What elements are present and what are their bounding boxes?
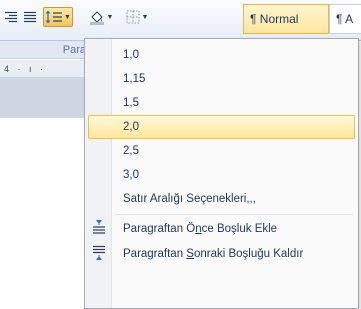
remove-space-after-item[interactable]: Paragraftan Sonraki Boşluğu Kaldır <box>88 242 355 266</box>
justify-icon <box>24 11 36 23</box>
add-space-before-item[interactable]: Paragraftan Önce Boşluk Ekle <box>88 217 355 241</box>
spacing-option-2-5[interactable]: 2,5 <box>88 139 355 163</box>
line-spacing-button[interactable]: ▼ <box>43 7 73 27</box>
remove-space-after-suffix: onraki Boşluğu Kaldır <box>193 248 304 260</box>
style-next[interactable]: ¶ A <box>329 4 361 34</box>
add-space-before-prefix: Paragraftan Ö <box>123 223 196 235</box>
paint-bucket-icon <box>89 11 104 25</box>
ribbon-toolbar: ▼ ▼ ▼ ¶ Normal ¶ A <box>0 0 361 41</box>
menu-separator <box>115 214 353 215</box>
remove-space-after-prefix: Paragraftan <box>123 248 187 260</box>
chevron-down-icon: ▼ <box>141 13 149 21</box>
chevron-down-icon: ▼ <box>106 13 114 21</box>
spacing-option-1-5[interactable]: 1,5 <box>88 91 355 115</box>
style-normal[interactable]: ¶ Normal <box>243 4 329 34</box>
borders-icon <box>126 10 140 24</box>
remove-space-after-icon <box>92 245 106 270</box>
line-spacing-menu: 1,0 1,15 1,5 2,0 2,5 3,0 Satır Aralığı S… <box>84 38 359 309</box>
spacing-option-1-0[interactable]: 1,0 <box>88 43 355 67</box>
style-normal-label: ¶ Normal <box>250 12 299 26</box>
style-next-label: ¶ A <box>336 12 354 26</box>
spacing-option-2-0[interactable]: 2,0 <box>88 115 355 139</box>
chevron-down-icon: ▼ <box>64 13 71 21</box>
line-spacing-icon <box>45 10 63 24</box>
document-area <box>0 78 90 118</box>
borders-button[interactable]: ▼ <box>120 7 154 27</box>
align-right-icon <box>5 11 17 23</box>
add-space-before-suffix: ce Boşluk Ekle <box>201 223 278 235</box>
align-right-button[interactable] <box>2 7 20 27</box>
shading-button[interactable]: ▼ <box>84 7 118 27</box>
spacing-option-3-0[interactable]: 3,0 <box>88 163 355 187</box>
ruler: 4 · ı · <box>0 60 90 78</box>
paragraph-group-label: Para <box>0 41 90 59</box>
line-spacing-options[interactable]: Satır Aralığı Seçenekleri,,, <box>88 187 355 211</box>
justify-button[interactable] <box>21 7 39 27</box>
spacing-option-1-15[interactable]: 1,15 <box>88 67 355 91</box>
remove-space-after-mnemonic: S <box>186 248 194 260</box>
